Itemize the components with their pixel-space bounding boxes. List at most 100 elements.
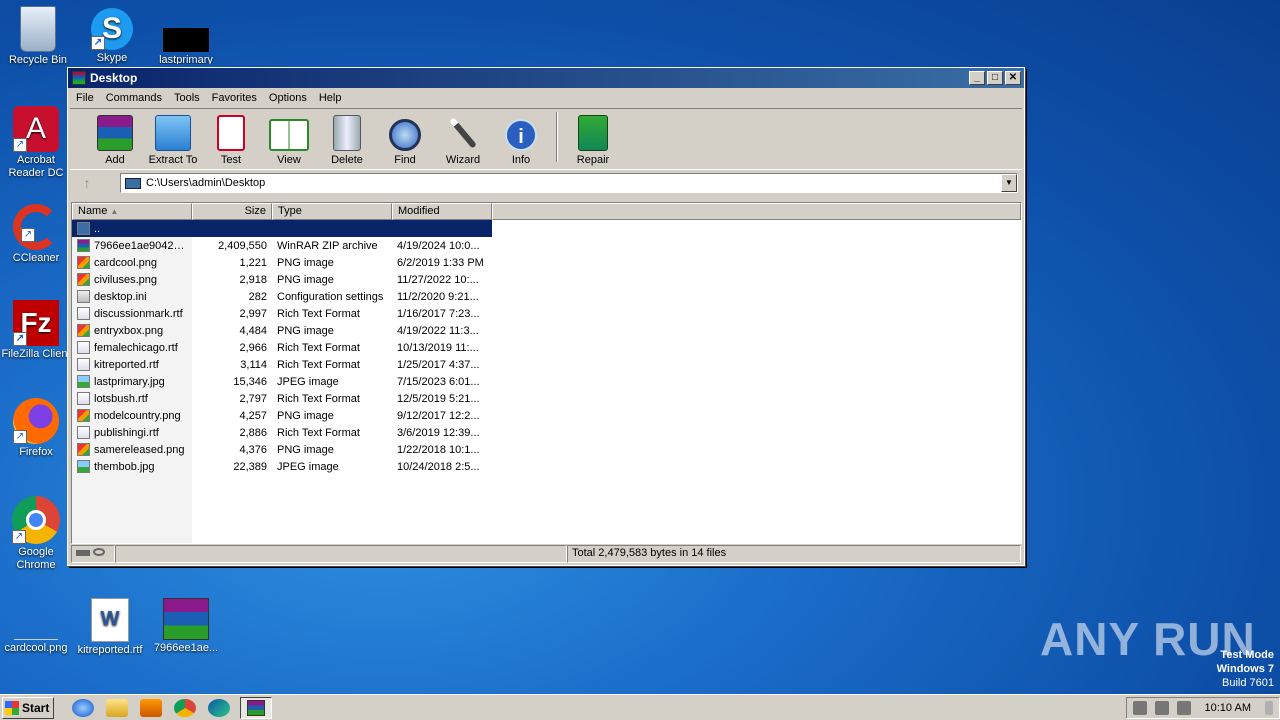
maximize-button[interactable]: □: [987, 71, 1003, 85]
view-button[interactable]: View: [260, 119, 318, 166]
clock[interactable]: 10:10 AM: [1199, 702, 1257, 714]
desktop-icon-archive[interactable]: 7966ee1ae...: [148, 598, 224, 655]
column-modified[interactable]: Modified: [392, 203, 492, 220]
toolbar: Add Extract To Test View Delete Find Wiz…: [70, 108, 1022, 170]
file-list[interactable]: Name ▲ Size Type Modified .. 7966ee1ae904…: [71, 202, 1022, 544]
info-button[interactable]: i Info: [492, 119, 550, 166]
volume-icon[interactable]: [1132, 700, 1147, 715]
desktop-icon-ccleaner[interactable]: ↗ CCleaner: [0, 204, 74, 265]
table-row[interactable]: 7966ee1ae9042e... 2,409,550 WinRAR ZIP arc…: [72, 237, 1021, 254]
up-folder-button[interactable]: ↑: [72, 173, 102, 193]
file-name: modelcountry.png: [94, 409, 181, 422]
desktop-icon-skype[interactable]: S ↗ Skype: [74, 8, 150, 65]
table-row[interactable]: civiluses.png 2,918 PNG image 11/27/2022 10…: [72, 271, 1021, 288]
desktop-icon-label: kitreported.rtf: [77, 644, 143, 656]
file-size: 4,376: [239, 443, 267, 456]
menu-file[interactable]: File: [70, 90, 100, 106]
file-name: femalechicago.rtf: [94, 341, 178, 354]
desktop-icon-cardcool[interactable]: cardcool.png: [0, 598, 74, 655]
table-row[interactable]: femalechicago.rtf 2,966 Rich Text Format 10…: [72, 339, 1021, 356]
table-row[interactable]: lastprimary.jpg 15,346 JPEG image 7/15/2023…: [72, 373, 1021, 390]
file-name: desktop.ini: [94, 290, 147, 303]
table-row[interactable]: publishingi.rtf 2,886 Rich Text Format 3/6/…: [72, 424, 1021, 441]
column-name-label: Name: [78, 205, 108, 217]
table-row[interactable]: kitreported.rtf 3,114 Rich Text Format 1/25…: [72, 356, 1021, 373]
desktop-icon-lastprimary[interactable]: lastprimary: [148, 28, 224, 64]
show-desktop-button[interactable]: [1265, 700, 1273, 715]
wizard-button[interactable]: Wizard: [434, 115, 492, 166]
chrome-taskbar-icon[interactable]: [174, 698, 196, 717]
find-button[interactable]: Find: [376, 119, 434, 166]
network-icon[interactable]: [1154, 700, 1169, 715]
media-player-icon[interactable]: [140, 698, 162, 717]
file-name-cell: lotsbush.rtf: [72, 392, 192, 405]
test-button[interactable]: Test: [202, 115, 260, 166]
explorer-folder-icon[interactable]: [106, 698, 128, 717]
desktop-icon-label: FileZilla Client: [1, 348, 71, 360]
file-type: JPEG image: [277, 460, 339, 473]
ccleaner-icon: ↗: [13, 204, 59, 250]
file-type-icon: [77, 290, 90, 303]
table-row[interactable]: lotsbush.rtf 2,797 Rich Text Format 12/5/20…: [72, 390, 1021, 407]
flag-icon[interactable]: [1176, 700, 1191, 715]
view-book-icon: [269, 119, 309, 151]
desktop-icon-filezilla[interactable]: Fz ↗ FileZilla Client: [0, 300, 74, 361]
repair-button[interactable]: Repair: [564, 115, 622, 166]
file-type: Rich Text Format: [277, 392, 360, 405]
table-row[interactable]: entryxbox.png 4,484 PNG image 4/19/2022 11:…: [72, 322, 1021, 339]
internet-explorer-icon[interactable]: [72, 698, 94, 717]
edge-icon[interactable]: [208, 698, 230, 717]
delete-button[interactable]: Delete: [318, 115, 376, 166]
menu-tools[interactable]: Tools: [168, 90, 206, 106]
column-name[interactable]: Name ▲: [72, 203, 192, 220]
address-bar: ↑ C:\Users\admin\Desktop ▼: [68, 170, 1024, 196]
winrar-taskbar-button[interactable]: [240, 696, 272, 719]
table-row[interactable]: ..: [72, 220, 492, 237]
extract-to-button[interactable]: Extract To: [144, 115, 202, 166]
table-row[interactable]: discussionmark.rtf 2,997 Rich Text Format 1…: [72, 305, 1021, 322]
file-type: PNG image: [277, 409, 334, 422]
start-button[interactable]: Start: [2, 696, 54, 719]
table-row[interactable]: desktop.ini 282 Configuration settings 11/2…: [72, 288, 1021, 305]
file-name-cell: publishingi.rtf: [72, 426, 192, 439]
menu-help[interactable]: Help: [313, 90, 348, 106]
desktop-icon-kitreported[interactable]: W kitreported.rtf: [72, 598, 148, 657]
menu-favorites[interactable]: Favorites: [206, 90, 263, 106]
chrome-icon: ↗: [12, 496, 60, 544]
desktop-icon-label: 7966ee1ae...: [153, 642, 219, 654]
test-clipboard-icon: [217, 115, 245, 151]
file-modified: 10/13/2019 11:...: [397, 341, 479, 354]
column-size[interactable]: Size: [192, 203, 272, 220]
address-field[interactable]: C:\Users\admin\Desktop ▼: [120, 173, 1018, 193]
window-titlebar[interactable]: Desktop _ □ ✕: [68, 68, 1024, 88]
desktop-icon-recycle-bin[interactable]: Recycle Bin: [0, 6, 76, 67]
menu-commands[interactable]: Commands: [100, 90, 168, 106]
address-dropdown-button[interactable]: ▼: [1001, 174, 1017, 192]
table-row[interactable]: samereleased.png 4,376 PNG image 1/22/2018 …: [72, 441, 1021, 458]
table-row[interactable]: modelcountry.png 4,257 PNG image 9/12/2017 …: [72, 407, 1021, 424]
file-name: entryxbox.png: [94, 324, 164, 337]
file-type-icon: [77, 358, 90, 371]
winrar-window: Desktop _ □ ✕ File Commands Tools Favori…: [67, 67, 1025, 566]
shortcut-arrow-icon: ↗: [21, 228, 35, 242]
column-type[interactable]: Type: [272, 203, 392, 220]
minimize-button[interactable]: _: [969, 71, 985, 85]
info-icon: i: [505, 119, 537, 151]
file-type-icon: [77, 375, 90, 388]
table-row[interactable]: thembob.jpg 22,389 JPEG image 10/24/2018 2:…: [72, 458, 1021, 475]
toolbar-separator: [556, 112, 558, 162]
desktop-icon-label: Google Chrome: [16, 546, 56, 571]
acrobat-icon: A ↗: [13, 106, 59, 152]
close-button[interactable]: ✕: [1005, 71, 1021, 85]
desktop-icon-firefox[interactable]: ↗ Firefox: [0, 398, 74, 459]
desktop-icon-acrobat[interactable]: A ↗ Acrobat Reader DC: [0, 106, 74, 180]
file-name: thembob.jpg: [94, 460, 155, 473]
status-bar: Total 2,479,583 bytes in 14 files: [71, 545, 1021, 563]
desktop-icon-chrome[interactable]: ↗ Google Chrome: [0, 496, 74, 572]
file-size: 22,389: [233, 460, 267, 473]
menu-options[interactable]: Options: [263, 90, 313, 106]
drive-icons: [71, 545, 115, 563]
table-row[interactable]: cardcool.png 1,221 PNG image 6/2/2019 1:33 …: [72, 254, 1021, 271]
file-type: Rich Text Format: [277, 341, 360, 354]
add-button[interactable]: Add: [86, 115, 144, 166]
